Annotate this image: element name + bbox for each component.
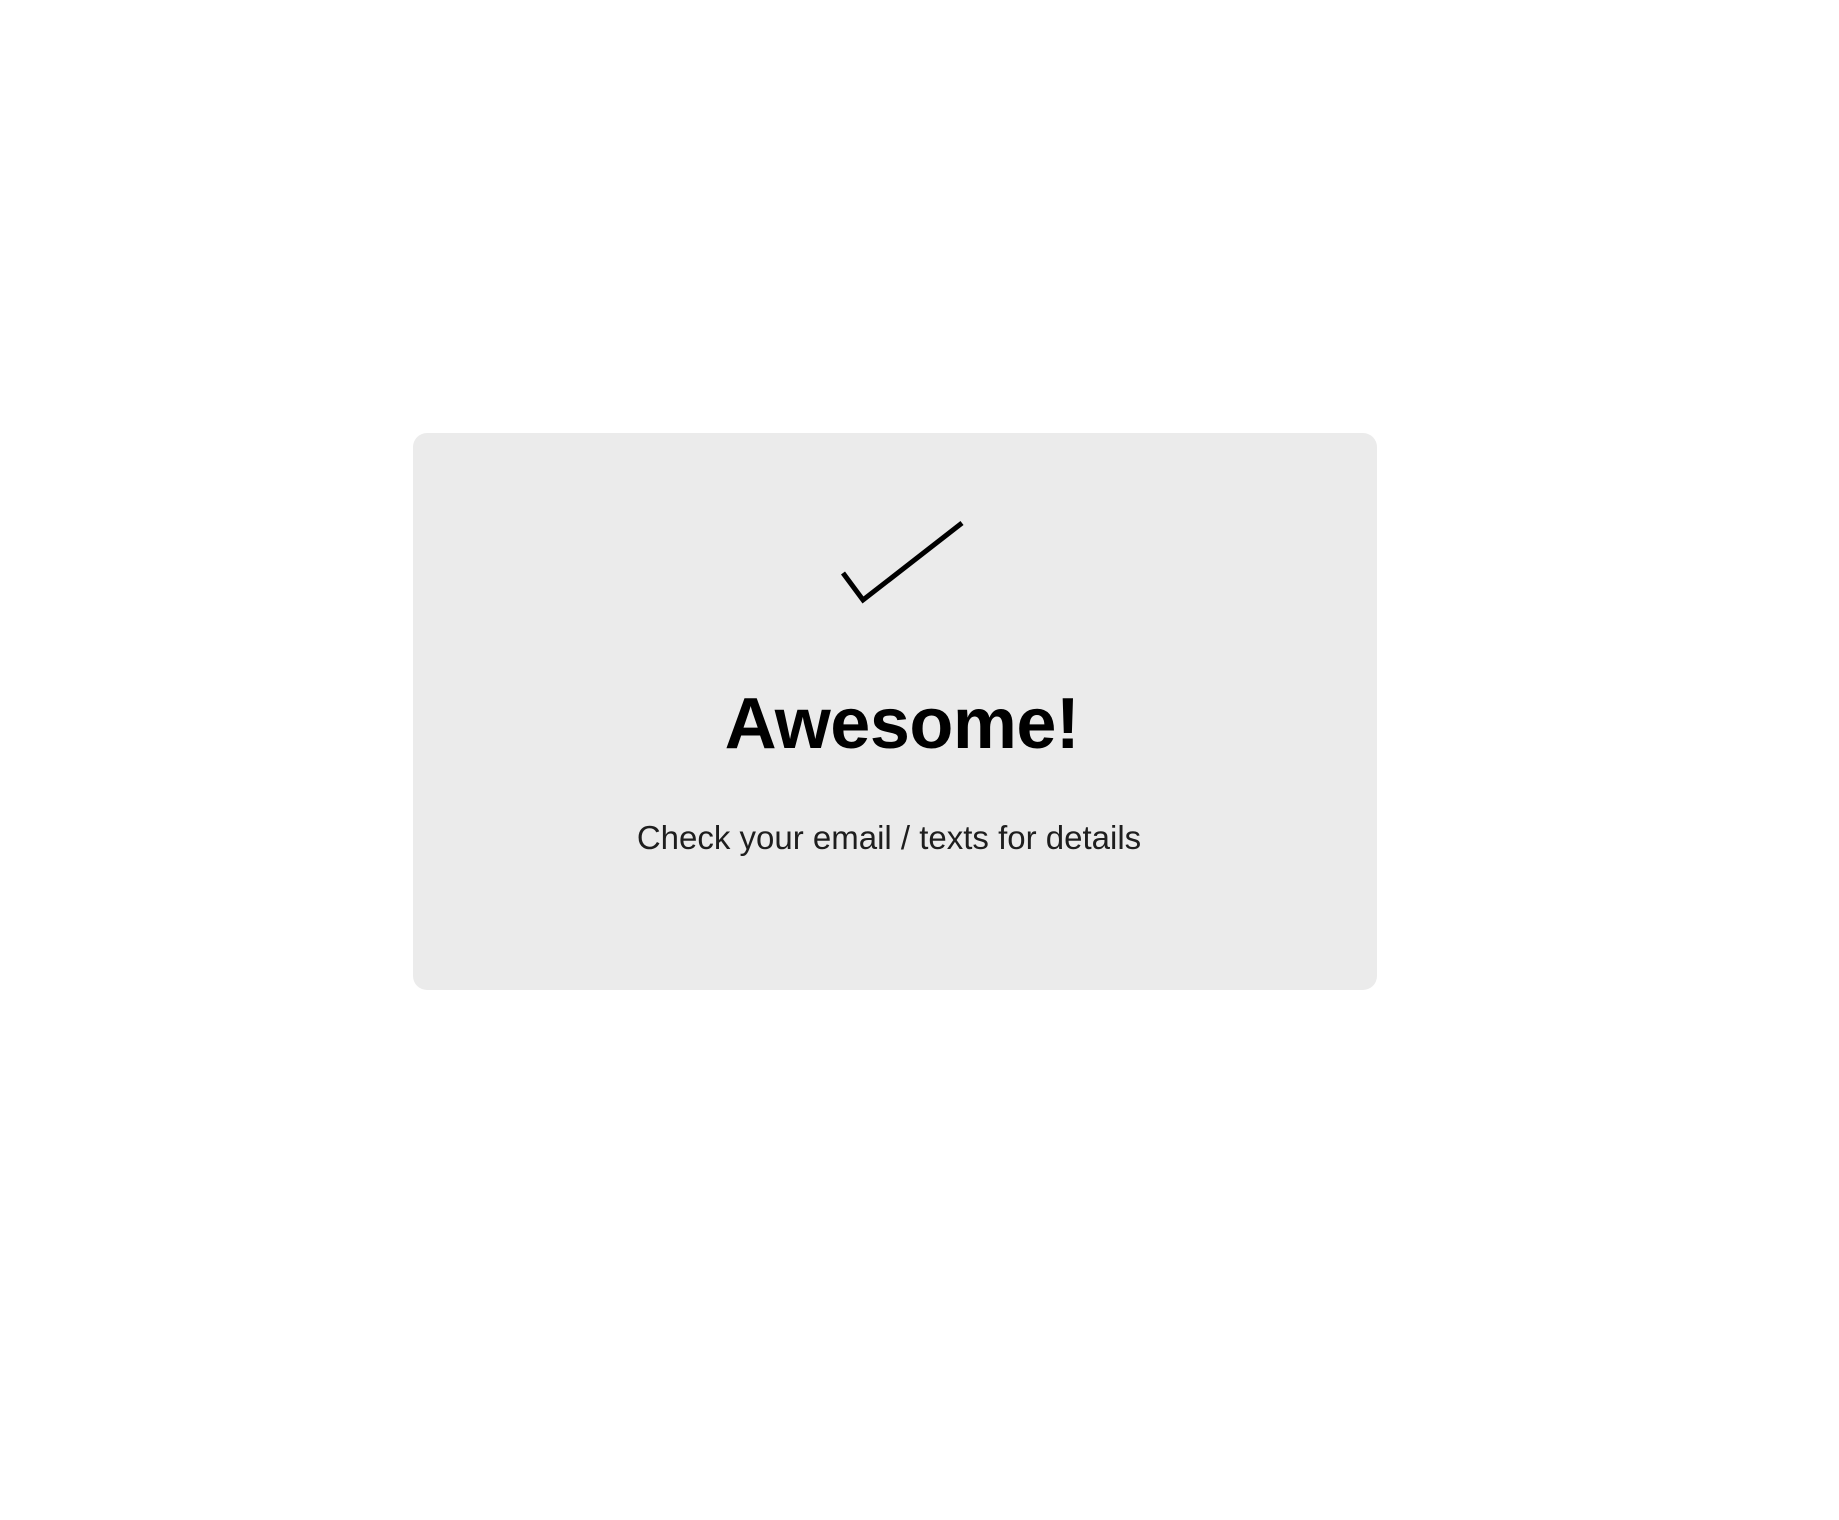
confirmation-card: Awesome! Check your email / texts for de… [413,433,1377,990]
confirmation-title: Awesome! [724,684,1080,764]
confirmation-message: Check your email / texts for details [636,819,1142,856]
page: Awesome! Check your email / texts for de… [0,0,1839,1520]
checkmark-icon [837,521,967,611]
